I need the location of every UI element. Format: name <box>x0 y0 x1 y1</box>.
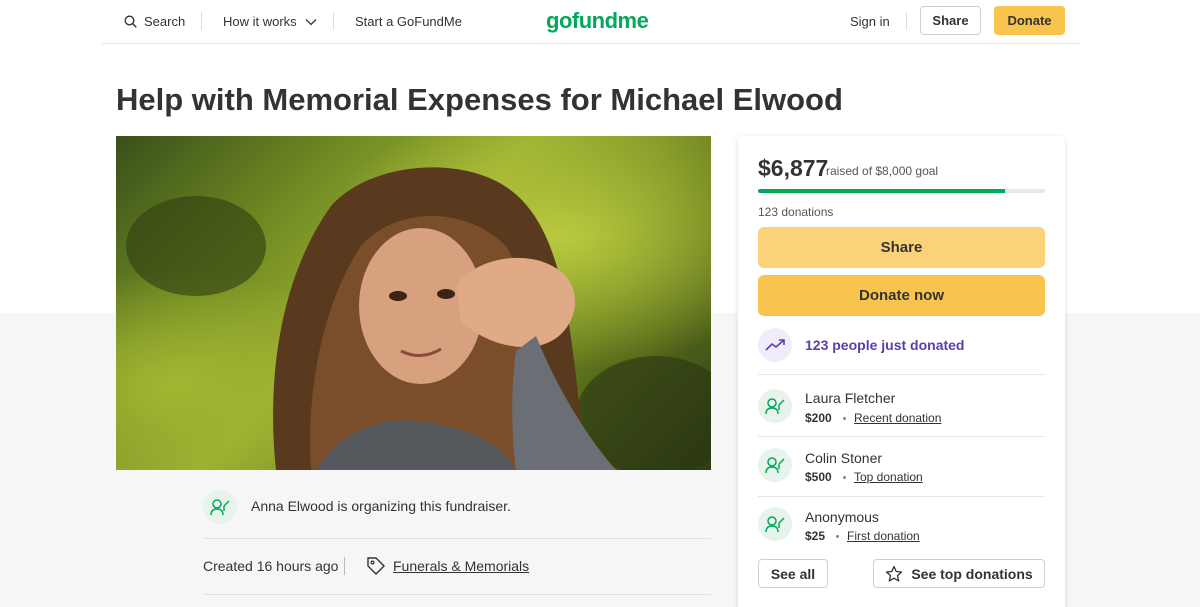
donor-name: Anonymous <box>805 509 879 525</box>
divider <box>758 496 1045 497</box>
logo-text: gofundme <box>546 8 649 33</box>
search-icon <box>124 15 137 28</box>
donor-icon <box>765 455 785 475</box>
progress-bar <box>758 189 1045 193</box>
donor-avatar <box>758 507 792 541</box>
see-all-button[interactable]: See all <box>758 559 828 588</box>
header-donate-button[interactable]: Donate <box>994 6 1065 35</box>
donation-tag[interactable]: First donation <box>847 529 920 543</box>
sign-in-link[interactable]: Sign in <box>850 0 890 43</box>
top-navigation: Search How it works Start a GoFundMe gof… <box>102 0 1079 44</box>
separator-dot <box>843 417 846 420</box>
see-top-donations-button[interactable]: See top donations <box>873 559 1045 588</box>
nav-divider <box>333 12 334 30</box>
recent-activity-text: 123 people just donated <box>805 337 965 353</box>
trending-up-icon <box>765 338 785 352</box>
campaign-photo[interactable] <box>116 136 711 470</box>
how-it-works-menu[interactable]: How it works <box>223 0 317 43</box>
nav-divider <box>201 12 202 30</box>
how-it-works-label: How it works <box>223 14 297 29</box>
category-link[interactable]: Funerals & Memorials <box>393 558 529 574</box>
donor-amount: $500 <box>805 470 832 484</box>
donor-name: Colin Stoner <box>805 450 883 466</box>
donor-name: Laura Fletcher <box>805 390 896 406</box>
search-label: Search <box>144 14 186 29</box>
donation-tag[interactable]: Top donation <box>854 470 923 484</box>
separator-dot <box>843 476 846 479</box>
tag-icon <box>366 556 386 576</box>
donor-icon <box>765 514 785 534</box>
donor-icon <box>765 396 785 416</box>
header-share-button[interactable]: Share <box>920 6 981 35</box>
organizer-text: Anna Elwood is organizing this fundraise… <box>251 498 511 514</box>
donor-avatar <box>758 448 792 482</box>
donor-amount: $200 <box>805 411 832 425</box>
donation-sidebar-card: $6,877 raised of $8,000 goal 123 donatio… <box>738 136 1065 607</box>
start-gofundme-link[interactable]: Start a GoFundMe <box>355 0 462 43</box>
amount-raised: $6,877 <box>758 155 829 181</box>
divider <box>203 538 711 539</box>
separator-dot <box>836 535 839 538</box>
donor-amount: $25 <box>805 529 826 543</box>
divider <box>758 374 1045 375</box>
campaign-title: Help with Memorial Expenses for Michael … <box>116 82 843 117</box>
donor-avatar <box>758 389 792 423</box>
search-link[interactable]: Search <box>124 0 185 43</box>
goal-text: raised of $8,000 goal <box>826 164 939 178</box>
donate-now-button[interactable]: Donate now <box>758 275 1045 316</box>
progress-bar-fill <box>758 189 1005 193</box>
user-icon <box>210 497 230 517</box>
donation-count: 123 donations <box>758 205 834 219</box>
trend-icon-badge <box>758 328 792 362</box>
see-top-donations-label: See top donations <box>911 565 1033 582</box>
donation-tag[interactable]: Recent donation <box>854 411 941 425</box>
divider <box>758 436 1045 437</box>
share-button[interactable]: Share <box>758 227 1045 268</box>
divider <box>203 594 711 595</box>
meta-divider <box>344 557 345 575</box>
gofundme-logo[interactable]: gofundme <box>546 4 649 38</box>
created-time: Created 16 hours ago <box>203 558 339 574</box>
star-icon <box>885 565 903 583</box>
chevron-down-icon <box>305 18 317 26</box>
nav-divider <box>906 12 907 30</box>
organizer-avatar <box>203 490 237 524</box>
